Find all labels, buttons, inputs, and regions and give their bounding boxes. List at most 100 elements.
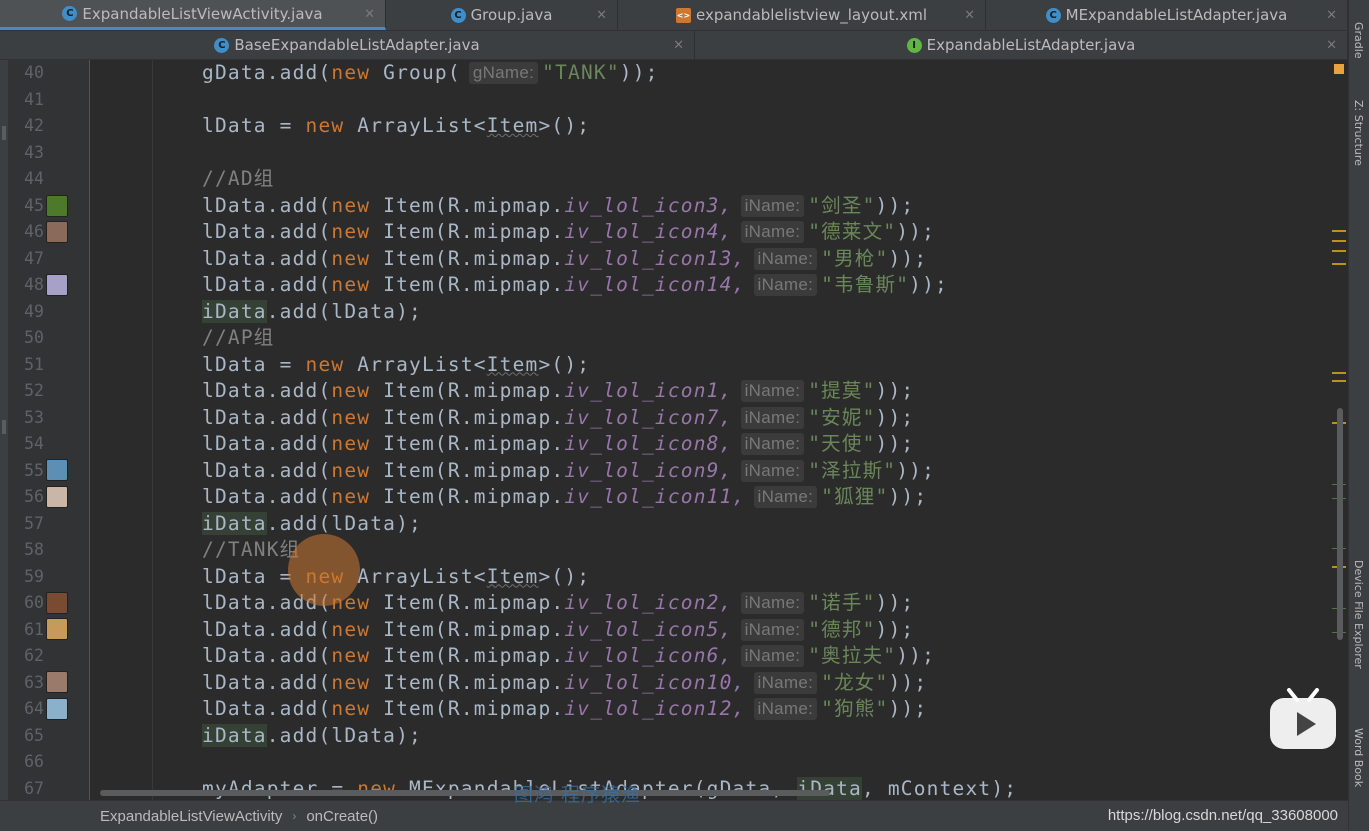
code-token: )); <box>888 670 928 694</box>
resource-field-token: iv_lol_icon9, <box>564 458 733 482</box>
close-icon[interactable]: × <box>964 8 975 23</box>
breadcrumb-class[interactable]: ExpandableListViewActivity <box>100 808 282 825</box>
code-line-40: gData.add(new Group(gName: "TANK")); <box>202 61 659 84</box>
resource-field-token: iv_lol_icon3, <box>564 193 733 217</box>
code-token: lData.add( <box>202 432 332 455</box>
line-number-gutter[interactable]: 40 41 42 43 44 45 46 47 48 49 50 51 52 5… <box>8 60 90 800</box>
resource-thumbnail-icon[interactable] <box>46 698 68 720</box>
keyword-token: new <box>331 697 371 720</box>
code-line-item: lData.add(new Item(R.mipmap.iv_lol_icon1… <box>202 378 914 405</box>
tab-label: ExpandableListAdapter.java <box>926 36 1136 54</box>
line-number: 58 <box>24 540 44 559</box>
video-play-icon[interactable] <box>1269 688 1337 750</box>
code-comment: //TANK组 <box>202 538 301 561</box>
line-number: 46 <box>24 222 44 241</box>
error-stripe-mark[interactable] <box>1332 372 1346 374</box>
tool-label: Device File Explorer <box>1352 560 1365 669</box>
code-token: lData.add( <box>202 273 332 296</box>
close-icon[interactable]: × <box>1326 38 1337 53</box>
line-number: 64 <box>24 699 44 718</box>
resource-field-token: iv_lol_icon6, <box>564 644 733 667</box>
code-token: Item(R.mipmap. <box>370 591 565 614</box>
code-token: lData.add( <box>202 485 332 508</box>
tool-label: Word Book <box>1352 728 1365 788</box>
code-token: Item(R.mipmap. <box>370 670 565 694</box>
resource-thumbnail-icon[interactable] <box>46 671 68 693</box>
close-icon[interactable]: × <box>1326 8 1337 23</box>
java-class-icon: C <box>214 37 230 53</box>
indent-guide <box>152 60 153 800</box>
resource-thumbnail-icon[interactable] <box>46 618 68 640</box>
code-token: lData.add( <box>202 670 332 694</box>
code-token: lData.add( <box>202 644 332 667</box>
keyword-token: new <box>331 670 371 694</box>
code-line-49: iData.add(lData); <box>202 299 422 323</box>
string-token: "韦鲁斯" <box>821 273 910 296</box>
warning-status-icon[interactable] <box>1334 64 1344 74</box>
breadcrumb-method[interactable]: onCreate() <box>306 808 378 825</box>
error-stripe-mark[interactable] <box>1332 380 1346 382</box>
keyword-token: new <box>331 432 371 455</box>
code-token: lData.add( <box>202 379 332 402</box>
error-stripe-mark[interactable] <box>1332 263 1346 265</box>
line-number: 42 <box>24 116 44 135</box>
left-edge-marker <box>2 126 6 140</box>
tool-device-file-explorer[interactable]: Device File Explorer <box>1352 560 1365 669</box>
tab-expandablelistviewactivity[interactable]: C ExpandableListViewActivity.java × <box>0 0 386 30</box>
error-stripe-mark[interactable] <box>1332 250 1346 252</box>
code-token: )); <box>875 193 915 217</box>
string-token: "奥拉夫" <box>808 644 897 667</box>
line-number: 45 <box>24 195 44 215</box>
code-editor[interactable]: gData.add(new Group(gName: "TANK")); lDat… <box>90 60 1330 800</box>
tool-gradle[interactable]: Gradle <box>1352 22 1365 59</box>
resource-thumbnail-icon[interactable] <box>46 486 68 508</box>
breadcrumb: ExpandableListViewActivity › onCreate() … <box>0 800 1348 831</box>
vertical-scrollbar[interactable] <box>1337 408 1343 640</box>
tab-baseexpandablelistadapter[interactable]: C BaseExpandableListAdapter.java × <box>0 31 695 59</box>
code-token: Item(R.mipmap. <box>370 617 565 641</box>
horizontal-scrollbar[interactable] <box>100 790 830 796</box>
line-number: 52 <box>24 381 44 400</box>
code-token: lData.add( <box>202 697 332 720</box>
resource-thumbnail-icon[interactable] <box>46 221 68 243</box>
error-stripe-mark[interactable] <box>1332 230 1346 232</box>
string-token: "狗熊" <box>821 697 889 720</box>
code-token: Item(R.mipmap. <box>370 273 565 296</box>
tab-expandablelistview-layout[interactable]: <> expandablelistview_layout.xml × <box>618 0 986 30</box>
resource-thumbnail-icon[interactable] <box>46 274 68 296</box>
java-class-icon: C <box>62 6 78 21</box>
code-token: Item(R.mipmap. <box>370 458 565 482</box>
tab-mexpandablelistadapter[interactable]: C MExpandableListAdapter.java × <box>986 0 1348 30</box>
code-line-51: lData = new ArrayList<Item>(); <box>202 352 591 376</box>
code-line-item: lData.add(new Item(R.mipmap.iv_lol_icon1… <box>202 246 927 273</box>
resource-field-token: iv_lol_icon13, <box>564 246 746 270</box>
error-stripe-mark[interactable] <box>1332 240 1346 242</box>
resource-thumbnail-icon[interactable] <box>46 459 68 481</box>
keyword-token: new <box>331 405 371 429</box>
line-number: 41 <box>24 89 44 109</box>
keyword-token: new <box>331 379 371 402</box>
code-comment: //AP组 <box>202 326 275 349</box>
code-token: )); <box>896 644 936 667</box>
string-token: "剑圣" <box>808 193 876 217</box>
close-icon[interactable]: × <box>673 38 684 53</box>
code-line-item: lData.add(new Item(R.mipmap.iv_lol_icon8… <box>202 431 914 458</box>
code-line-42: lData = new ArrayList<Item>(); <box>202 114 591 137</box>
code-token: lData.add( <box>202 193 332 217</box>
close-icon[interactable]: × <box>596 8 607 23</box>
tool-structure[interactable]: Z: Structure <box>1352 100 1365 166</box>
code-line-item: lData.add(new Item(R.mipmap.iv_lol_icon7… <box>202 405 914 432</box>
resource-field-token: iv_lol_icon11, <box>564 485 746 508</box>
keyword-token: new <box>331 485 371 508</box>
tab-group[interactable]: C Group.java × <box>386 0 618 30</box>
tab-label: expandablelistview_layout.xml <box>696 6 927 24</box>
tab-expandablelistadapter[interactable]: I ExpandableListAdapter.java × <box>695 31 1348 59</box>
java-class-icon: C <box>1045 7 1061 23</box>
line-number: 48 <box>24 275 44 294</box>
close-icon[interactable]: × <box>364 6 375 21</box>
code-token: )); <box>896 220 936 243</box>
resource-thumbnail-icon[interactable] <box>46 195 68 217</box>
tool-word-book[interactable]: Word Book <box>1352 728 1365 787</box>
keyword-token: new <box>331 617 371 641</box>
resource-thumbnail-icon[interactable] <box>46 592 68 614</box>
